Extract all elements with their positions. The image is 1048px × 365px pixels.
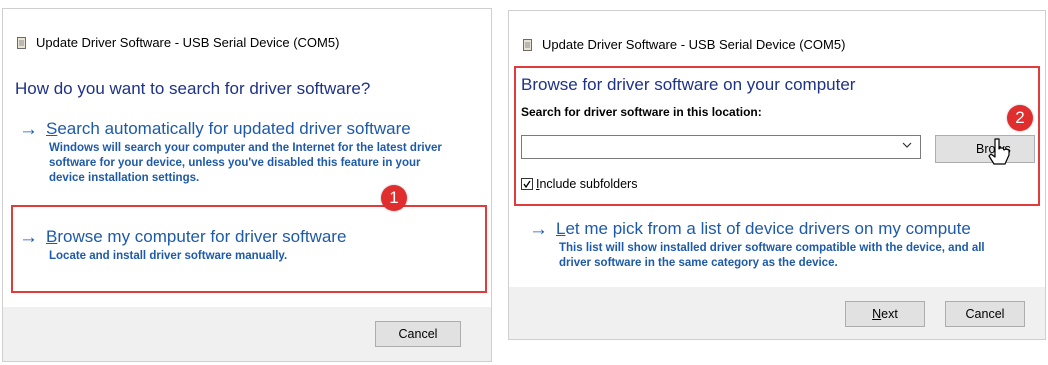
device-icon [17, 36, 26, 49]
mouse-cursor-icon [988, 138, 1010, 165]
cancel-button[interactable]: Cancel [375, 321, 461, 347]
include-subfolders-checkbox[interactable]: Include subfolders [521, 177, 637, 191]
cancel-button[interactable]: Cancel [945, 301, 1025, 327]
left-dialog-title-bar: Update Driver Software - USB Serial Devi… [17, 35, 339, 50]
left-dialog: Update Driver Software - USB Serial Devi… [2, 8, 492, 362]
search-location-label: Search for driver software in this locat… [521, 105, 762, 119]
step-1-badge: 1 [381, 185, 407, 211]
pick-from-list-description: This list will show installed driver sof… [559, 242, 985, 269]
right-dialog-title-bar: Update Driver Software - USB Serial Devi… [523, 37, 845, 52]
search-automatically-description: Windows will search your computer and th… [49, 142, 442, 184]
checkbox-checked-icon [521, 178, 533, 190]
browse-my-computer-description: Locate and install driver software manua… [49, 250, 288, 262]
right-dialog-footer: Next Cancel [509, 287, 1045, 339]
left-dialog-title: Update Driver Software - USB Serial Devi… [36, 35, 340, 50]
location-combobox[interactable] [521, 135, 921, 159]
search-automatically-option[interactable]: → Search automatically for updated drive… [19, 119, 489, 186]
device-icon [523, 38, 532, 51]
browse-button[interactable]: Brows [935, 135, 1035, 163]
left-dialog-heading: How do you want to search for driver sof… [15, 79, 371, 98]
pick-from-list-option[interactable]: → Let me pick from a list of device driv… [529, 219, 1047, 271]
right-dialog-heading: Browse for driver software on your compu… [521, 75, 856, 94]
chevron-down-icon [902, 141, 912, 152]
arrow-right-icon: → [19, 226, 38, 248]
browse-my-computer-option[interactable]: → Browse my computer for driver software… [19, 227, 479, 264]
right-dialog: Update Driver Software - USB Serial Devi… [508, 10, 1046, 340]
next-button[interactable]: Next [845, 301, 925, 327]
step-2-badge: 2 [1007, 105, 1033, 131]
arrow-right-icon: → [19, 118, 38, 140]
left-dialog-footer: Cancel [3, 307, 491, 361]
right-dialog-title: Update Driver Software - USB Serial Devi… [542, 37, 846, 52]
arrow-right-icon: → [529, 218, 548, 240]
